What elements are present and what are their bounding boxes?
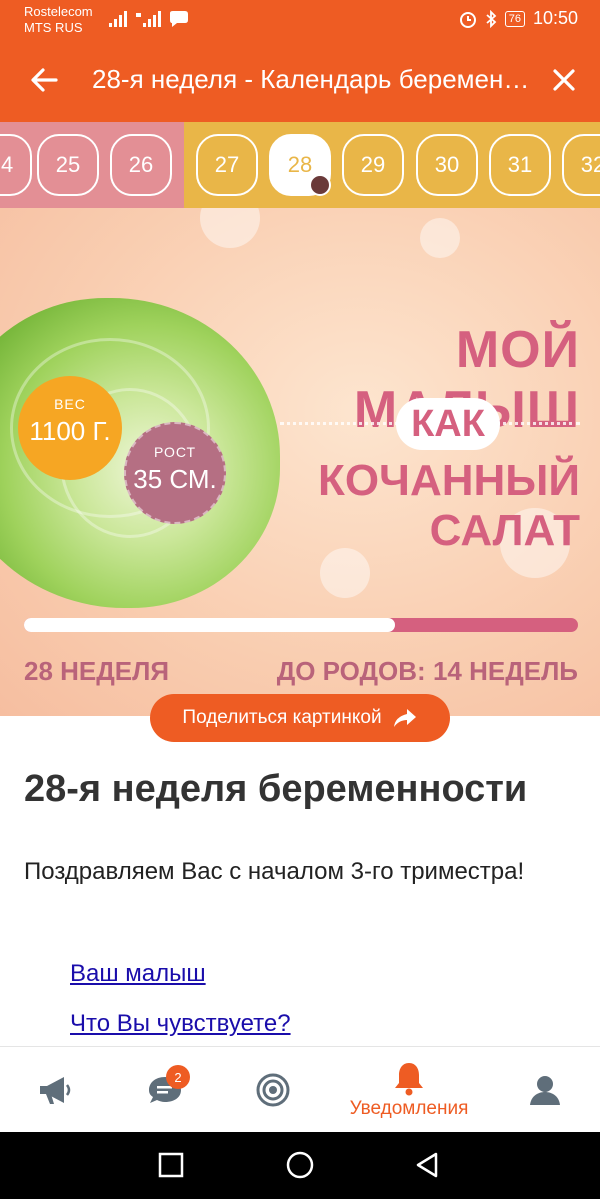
nav-notifications-label: Уведомления (349, 1098, 469, 1119)
status-bar: Rostelecom MTS RUS 76 10:50 (0, 0, 600, 40)
carrier-name-1: Rostelecom (24, 4, 93, 19)
system-navigation-bar (0, 1132, 600, 1199)
week-chip-30[interactable]: 30 (416, 134, 478, 196)
user-icon (530, 1076, 560, 1105)
pregnancy-progress-bar (24, 618, 578, 632)
week-chip-28[interactable]: 28 (269, 134, 331, 196)
nav-chat[interactable]: 2 (130, 1047, 200, 1133)
clock: 10:50 (532, 8, 578, 28)
nav-notifications[interactable]: Уведомления (334, 1047, 484, 1133)
week-chip-32[interactable]: 32 (562, 134, 600, 196)
week-chip-label: 29 (360, 152, 386, 177)
recent-apps-icon[interactable] (156, 1150, 186, 1180)
week-chip-27[interactable]: 27 (196, 134, 258, 196)
home-icon[interactable] (285, 1150, 315, 1180)
nav-news[interactable] (20, 1047, 90, 1133)
height-badge: РОСТ 35 СМ. (124, 422, 226, 524)
alarm-icon (459, 11, 476, 28)
week-chip-24[interactable]: 24 (0, 134, 32, 196)
bottom-navigation: 2 Уведомления (0, 1046, 600, 1132)
signal-icons (108, 10, 190, 28)
page-title: 28-я неделя - Календарь беременности (92, 64, 532, 94)
close-icon[interactable] (546, 62, 582, 98)
week-illustration: ВЕС 1100 Г. РОСТ 35 СМ. МОЙ МАЛЫШ КАК КО… (0, 208, 600, 716)
link-how-you-feel[interactable]: Что Вы чувствуете? (70, 1010, 291, 1038)
nav-goals[interactable] (238, 1047, 308, 1133)
arrow-left-icon[interactable] (26, 62, 62, 98)
weight-badge: ВЕС 1100 Г. (18, 376, 122, 480)
hero-comparison-word: КАК (396, 398, 500, 450)
nav-profile[interactable] (510, 1047, 580, 1133)
weight-label: ВЕС (54, 396, 86, 412)
progress-fill (24, 618, 396, 632)
article-title: 28-я неделя беременности (24, 768, 528, 810)
signal-4g-icon (136, 11, 161, 27)
link-your-baby[interactable]: Ваш малыш (70, 960, 206, 988)
message-icon (170, 11, 188, 27)
bokeh-light (420, 218, 460, 258)
week-chip-29[interactable]: 29 (342, 134, 404, 196)
weight-value: 1100 Г. (29, 416, 111, 446)
megaphone-icon (40, 1077, 71, 1104)
bokeh-light (200, 208, 260, 248)
avatar (309, 174, 331, 196)
week-selector: 24 25 26 27 28 29 30 31 32 (0, 122, 600, 208)
back-triangle-icon[interactable] (412, 1150, 442, 1180)
target-icon (256, 1073, 290, 1107)
week-chip-label: 27 (214, 152, 240, 177)
current-week-label: 28 НЕДЕЛЯ (24, 656, 170, 686)
week-chip-label: 28 (287, 152, 313, 177)
share-button-label: Поделиться картинкой (182, 707, 382, 728)
week-chip-25[interactable]: 25 (37, 134, 99, 196)
week-chip-label: 24 (0, 152, 14, 177)
week-chip-label: 26 (128, 152, 154, 177)
share-image-button[interactable]: Поделиться картинкой (150, 694, 450, 742)
week-chip-26[interactable]: 26 (110, 134, 172, 196)
height-value: 35 СМ. (133, 464, 217, 494)
week-chip-label: 25 (55, 152, 81, 177)
battery-indicator: 76 (504, 10, 525, 27)
bell-icon (395, 1063, 423, 1096)
app-bar: 28-я неделя - Календарь беременности (0, 40, 600, 122)
weeks-remaining-label: ДО РОДОВ: 14 НЕДЕЛЬ (276, 656, 578, 686)
week-chip-label: 30 (434, 152, 460, 177)
signal-icon (109, 11, 127, 27)
share-arrow-icon (393, 709, 416, 727)
carrier-info: Rostelecom MTS RUS (24, 4, 93, 36)
week-chip-31[interactable]: 31 (489, 134, 551, 196)
hero-fruit-name: КОЧАННЫЙ САЛАТ (317, 456, 580, 555)
height-label: РОСТ (153, 444, 197, 460)
carrier-name-2: MTS RUS (24, 20, 83, 35)
week-chip-label: 32 (580, 152, 600, 177)
week-chip-label: 31 (507, 152, 533, 177)
article-intro: Поздравляем Вас с началом 3-го триместра… (24, 858, 525, 885)
chat-unread-badge: 2 (166, 1065, 190, 1089)
bluetooth-icon (486, 9, 497, 28)
status-right: 76 10:50 (459, 8, 578, 29)
